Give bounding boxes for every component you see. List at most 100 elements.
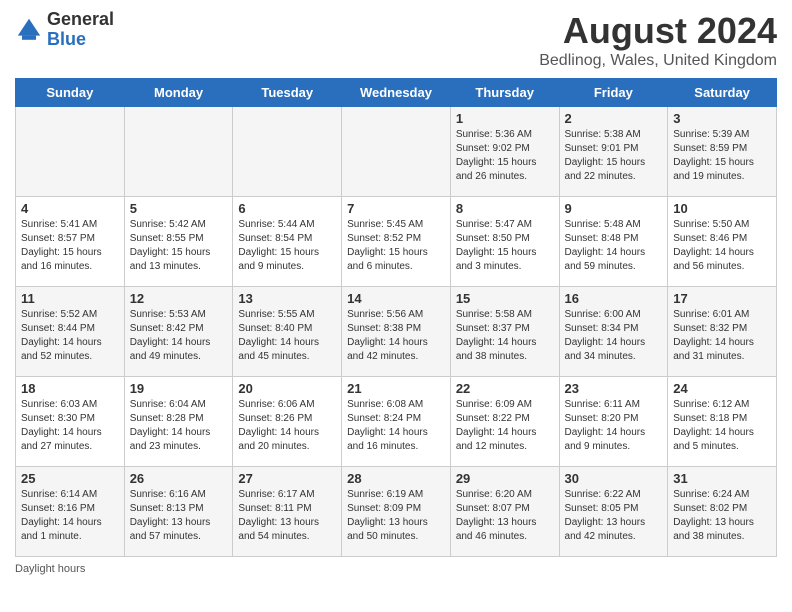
day-number: 20: [238, 381, 336, 396]
logo-text-general: General: [47, 9, 114, 29]
day-info: Sunrise: 6:04 AM Sunset: 8:28 PM Dayligh…: [130, 398, 228, 454]
day-number: 24: [673, 381, 771, 396]
day-number: 4: [21, 201, 119, 216]
day-number: 8: [456, 201, 554, 216]
day-info: Sunrise: 6:20 AM Sunset: 8:07 PM Dayligh…: [456, 488, 554, 544]
day-number: 28: [347, 471, 445, 486]
calendar-cell: 3 Sunrise: 5:39 AM Sunset: 8:59 PM Daylig…: [668, 107, 777, 197]
day-number: 27: [238, 471, 336, 486]
day-number: 1: [456, 111, 554, 126]
calendar-cell: 10 Sunrise: 5:50 AM Sunset: 8:46 PM Dayli…: [668, 197, 777, 287]
day-number: 17: [673, 291, 771, 306]
calendar-cell: 9 Sunrise: 5:48 AM Sunset: 8:48 PM Daylig…: [559, 197, 668, 287]
day-number: 6: [238, 201, 336, 216]
day-of-week-friday: Friday: [559, 79, 668, 107]
logo-icon: [15, 16, 43, 44]
day-info: Sunrise: 5:53 AM Sunset: 8:42 PM Dayligh…: [130, 308, 228, 364]
day-number: 26: [130, 471, 228, 486]
day-info: Sunrise: 5:45 AM Sunset: 8:52 PM Dayligh…: [347, 218, 445, 274]
day-number: 31: [673, 471, 771, 486]
day-number: 30: [565, 471, 663, 486]
day-of-week-thursday: Thursday: [450, 79, 559, 107]
title-area: August 2024 Bedlinog, Wales, United King…: [539, 10, 777, 70]
day-number: 9: [565, 201, 663, 216]
day-number: 5: [130, 201, 228, 216]
day-number: 18: [21, 381, 119, 396]
calendar-cell: 29 Sunrise: 6:20 AM Sunset: 8:07 PM Dayli…: [450, 467, 559, 557]
calendar-cell: 11 Sunrise: 5:52 AM Sunset: 8:44 PM Dayli…: [16, 287, 125, 377]
day-of-week-monday: Monday: [124, 79, 233, 107]
day-info: Sunrise: 5:48 AM Sunset: 8:48 PM Dayligh…: [565, 218, 663, 274]
calendar-cell: [342, 107, 451, 197]
calendar-cell: 25 Sunrise: 6:14 AM Sunset: 8:16 PM Dayli…: [16, 467, 125, 557]
footer-note: Daylight hours: [15, 563, 777, 575]
day-number: 10: [673, 201, 771, 216]
day-number: 15: [456, 291, 554, 306]
calendar-cell: 5Sunrise: 5:42 AM Sunset: 8:55 PM Daylig…: [124, 197, 233, 287]
day-of-week-sunday: Sunday: [16, 79, 125, 107]
main-title: August 2024: [539, 10, 777, 52]
calendar-cell: [233, 107, 342, 197]
day-info: Sunrise: 5:39 AM Sunset: 8:59 PM Dayligh…: [673, 128, 771, 184]
day-of-week-tuesday: Tuesday: [233, 79, 342, 107]
day-info: Sunrise: 5:44 AM Sunset: 8:54 PM Dayligh…: [238, 218, 336, 274]
calendar-cell: 23 Sunrise: 6:11 AM Sunset: 8:20 PM Dayli…: [559, 377, 668, 467]
day-info: Sunrise: 6:14 AM Sunset: 8:16 PM Dayligh…: [21, 488, 119, 544]
calendar-cell: 17 Sunrise: 6:01 AM Sunset: 8:32 PM Dayli…: [668, 287, 777, 377]
calendar-week-row: 18Sunrise: 6:03 AM Sunset: 8:30 PM Dayli…: [16, 377, 777, 467]
calendar-cell: 18Sunrise: 6:03 AM Sunset: 8:30 PM Dayli…: [16, 377, 125, 467]
day-number: 3: [673, 111, 771, 126]
calendar-cell: 14Sunrise: 5:56 AM Sunset: 8:38 PM Dayli…: [342, 287, 451, 377]
day-number: 12: [130, 291, 228, 306]
calendar-cell: 24 Sunrise: 6:12 AM Sunset: 8:18 PM Dayli…: [668, 377, 777, 467]
calendar-table: SundayMondayTuesdayWednesdayThursdayFrid…: [15, 78, 777, 557]
calendar-week-row: 11 Sunrise: 5:52 AM Sunset: 8:44 PM Dayli…: [16, 287, 777, 377]
day-info: Sunrise: 5:52 AM Sunset: 8:44 PM Dayligh…: [21, 308, 119, 364]
day-info: Sunrise: 5:38 AM Sunset: 9:01 PM Dayligh…: [565, 128, 663, 184]
day-info: Sunrise: 6:06 AM Sunset: 8:26 PM Dayligh…: [238, 398, 336, 454]
day-info: Sunrise: 6:11 AM Sunset: 8:20 PM Dayligh…: [565, 398, 663, 454]
day-info: Sunrise: 6:01 AM Sunset: 8:32 PM Dayligh…: [673, 308, 771, 364]
day-info: Sunrise: 6:09 AM Sunset: 8:22 PM Dayligh…: [456, 398, 554, 454]
day-info: Sunrise: 6:08 AM Sunset: 8:24 PM Dayligh…: [347, 398, 445, 454]
calendar-cell: 13Sunrise: 5:55 AM Sunset: 8:40 PM Dayli…: [233, 287, 342, 377]
calendar-week-row: 25 Sunrise: 6:14 AM Sunset: 8:16 PM Dayli…: [16, 467, 777, 557]
logo-text-blue: Blue: [47, 29, 86, 49]
day-number: 22: [456, 381, 554, 396]
day-info: Sunrise: 5:58 AM Sunset: 8:37 PM Dayligh…: [456, 308, 554, 364]
day-of-week-saturday: Saturday: [668, 79, 777, 107]
calendar-cell: 12 Sunrise: 5:53 AM Sunset: 8:42 PM Dayli…: [124, 287, 233, 377]
calendar-cell: 26 Sunrise: 6:16 AM Sunset: 8:13 PM Dayli…: [124, 467, 233, 557]
day-number: 7: [347, 201, 445, 216]
calendar-cell: 15 Sunrise: 5:58 AM Sunset: 8:37 PM Dayli…: [450, 287, 559, 377]
calendar-cell: 16Sunrise: 6:00 AM Sunset: 8:34 PM Dayli…: [559, 287, 668, 377]
days-header-row: SundayMondayTuesdayWednesdayThursdayFrid…: [16, 79, 777, 107]
calendar-cell: 31Sunrise: 6:24 AM Sunset: 8:02 PM Dayli…: [668, 467, 777, 557]
day-number: 29: [456, 471, 554, 486]
day-info: Sunrise: 6:12 AM Sunset: 8:18 PM Dayligh…: [673, 398, 771, 454]
calendar-week-row: 1Sunrise: 5:36 AM Sunset: 9:02 PM Daylig…: [16, 107, 777, 197]
logo: General Blue: [15, 10, 114, 50]
day-number: 11: [21, 291, 119, 306]
calendar-cell: 8 Sunrise: 5:47 AM Sunset: 8:50 PM Daylig…: [450, 197, 559, 287]
day-number: 23: [565, 381, 663, 396]
calendar-cell: [124, 107, 233, 197]
calendar-cell: 27 Sunrise: 6:17 AM Sunset: 8:11 PM Dayli…: [233, 467, 342, 557]
page-header: General Blue August 2024 Bedlinog, Wales…: [15, 10, 777, 70]
day-info: Sunrise: 5:47 AM Sunset: 8:50 PM Dayligh…: [456, 218, 554, 274]
day-number: 21: [347, 381, 445, 396]
day-info: Sunrise: 6:19 AM Sunset: 8:09 PM Dayligh…: [347, 488, 445, 544]
daylight-label: Daylight hours: [15, 563, 85, 575]
calendar-cell: 21 Sunrise: 6:08 AM Sunset: 8:24 PM Dayli…: [342, 377, 451, 467]
subtitle: Bedlinog, Wales, United Kingdom: [539, 52, 777, 70]
day-info: Sunrise: 6:16 AM Sunset: 8:13 PM Dayligh…: [130, 488, 228, 544]
calendar-cell: [16, 107, 125, 197]
calendar-cell: 22 Sunrise: 6:09 AM Sunset: 8:22 PM Dayli…: [450, 377, 559, 467]
day-info: Sunrise: 6:17 AM Sunset: 8:11 PM Dayligh…: [238, 488, 336, 544]
day-number: 25: [21, 471, 119, 486]
day-info: Sunrise: 5:56 AM Sunset: 8:38 PM Dayligh…: [347, 308, 445, 364]
day-info: Sunrise: 5:50 AM Sunset: 8:46 PM Dayligh…: [673, 218, 771, 274]
calendar-cell: 30Sunrise: 6:22 AM Sunset: 8:05 PM Dayli…: [559, 467, 668, 557]
calendar-cell: 28 Sunrise: 6:19 AM Sunset: 8:09 PM Dayli…: [342, 467, 451, 557]
calendar-cell: 19Sunrise: 6:04 AM Sunset: 8:28 PM Dayli…: [124, 377, 233, 467]
